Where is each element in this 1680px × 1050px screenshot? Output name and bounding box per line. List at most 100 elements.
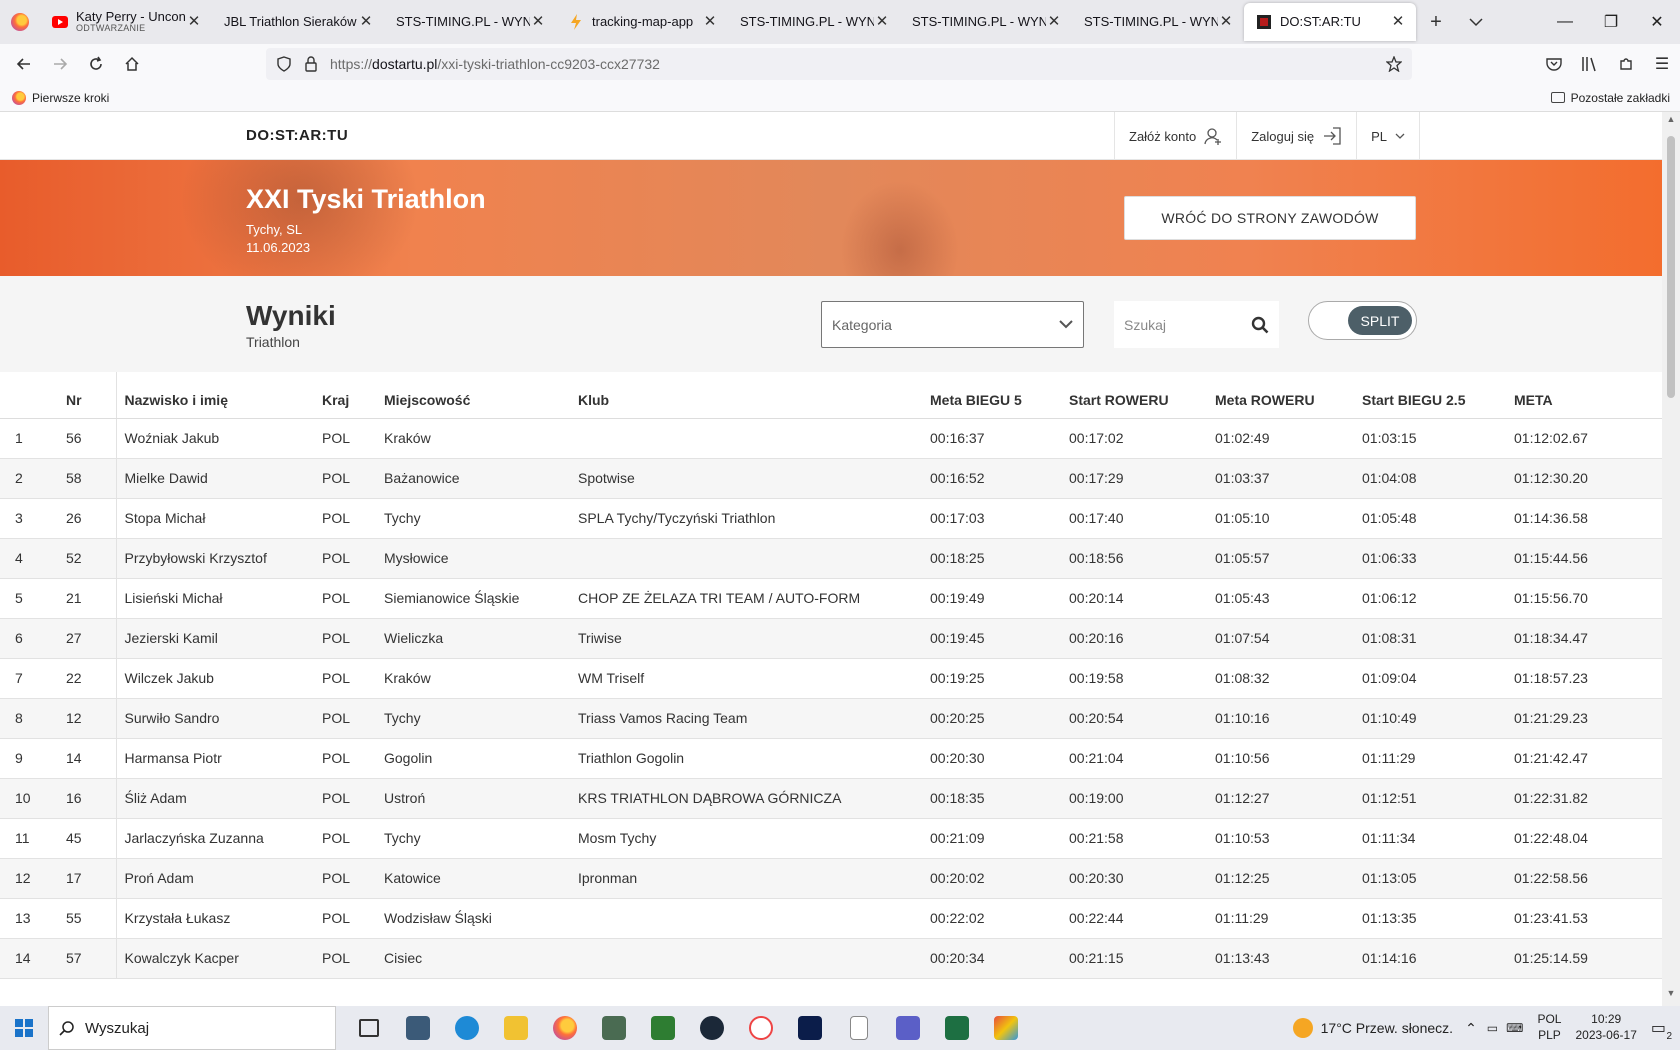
cell-athlete-name: Lisieński Michał — [116, 578, 322, 619]
cell-split-run-5-finish: 00:19:49 — [930, 578, 1069, 619]
new-tab-button[interactable]: + — [1416, 0, 1456, 44]
keyboard-icon[interactable]: ⌨ — [1506, 1021, 1523, 1035]
scrollbar-thumb[interactable] — [1667, 136, 1675, 398]
tab-title: JBL Triathlon Sieraków 2023 — [224, 15, 358, 29]
hamburger-menu-icon[interactable]: ☰ — [1644, 48, 1680, 80]
browser-tab[interactable]: STS-TIMING.PL - WYNIKI✕ — [728, 0, 900, 44]
extensions-icon[interactable] — [1608, 48, 1644, 80]
browser-tab[interactable]: DO:ST:AR:TU ✕ — [1244, 3, 1416, 41]
tab-title: STS-TIMING.PL - WYNIKI — [396, 15, 530, 29]
site-logo[interactable]: DO:ST:AR:TU — [246, 127, 348, 144]
input-language[interactable]: POL PLP — [1537, 1012, 1561, 1043]
notifications-button[interactable]: ▭ 2 — [1651, 1018, 1672, 1042]
table-row[interactable]: 14 57 Kowalczyk Kacper POL Cisiec 00:20:34 00:… — [0, 938, 1662, 979]
taskbar-app-3[interactable] — [736, 1006, 785, 1050]
reload-button[interactable] — [78, 48, 114, 80]
taskbar-paint[interactable] — [981, 1006, 1030, 1050]
bookmark-label: Pierwsze kroki — [32, 90, 110, 105]
other-bookmarks[interactable]: Pozostałe zakładki — [1550, 91, 1670, 105]
table-row[interactable]: 2 58 Mielke Dawid POL Bażanowice Spotwise 00:1… — [0, 458, 1662, 499]
category-select[interactable]: Kategoria — [821, 301, 1084, 348]
chevron-up-icon[interactable]: ⌃ — [1465, 1020, 1477, 1037]
page-scrollbar[interactable]: ▲ ▼ — [1662, 112, 1680, 1006]
taskbar-excel[interactable] — [932, 1006, 981, 1050]
register-link[interactable]: Załóż konto — [1114, 112, 1236, 160]
close-tab-icon[interactable]: ✕ — [874, 14, 890, 30]
back-to-event-button[interactable]: WRÓĆ DO STRONY ZAWODÓW — [1124, 196, 1416, 240]
star-icon[interactable] — [1386, 56, 1402, 72]
taskbar-notepad[interactable] — [834, 1006, 883, 1050]
table-row[interactable]: 1 56 Woźniak Jakub POL Kraków 00:16:37 00:17:0… — [0, 418, 1662, 459]
cell-finish-time: 01:22:48.04 — [1514, 818, 1662, 859]
table-row[interactable]: 5 21 Lisieński Michał POL Siemianowice Śląsk… — [0, 578, 1662, 619]
site-header: DO:ST:AR:TU Załóż konto Zaloguj się PL — [0, 112, 1662, 160]
clock[interactable]: 10:29 2023-06-17 — [1575, 1012, 1636, 1043]
network-icon[interactable]: ▭ — [1487, 1021, 1498, 1035]
browser-tab[interactable]: STS-TIMING.PL - WYNIKI✕ — [1072, 0, 1244, 44]
scroll-up-icon[interactable]: ▲ — [1662, 114, 1680, 130]
table-row[interactable]: 9 14 Harmansa Piotr POL Gogolin Triathlon Gog… — [0, 738, 1662, 779]
restore-button[interactable]: ❐ — [1588, 0, 1634, 44]
table-row[interactable]: 10 16 Śliż Adam POL Ustroń KRS TRIATHLON DĄBR… — [0, 778, 1662, 819]
close-tab-icon[interactable]: ✕ — [1046, 14, 1062, 30]
close-window-button[interactable]: ✕ — [1634, 0, 1680, 44]
close-tab-icon[interactable]: ✕ — [1218, 14, 1234, 30]
table-row[interactable]: 11 45 Jarlaczyńska Zuzanna POL Tychy Mosm Tyc… — [0, 818, 1662, 859]
close-tab-icon[interactable]: ✕ — [702, 14, 718, 30]
taskbar-disney[interactable] — [785, 1006, 834, 1050]
taskbar-firefox[interactable] — [540, 1006, 589, 1050]
taskbar-app-2[interactable] — [589, 1006, 638, 1050]
taskbar-minecraft[interactable] — [638, 1006, 687, 1050]
table-row[interactable]: 4 52 Przybyłowski Krzysztof POL Mysłowice 00:… — [0, 538, 1662, 579]
browser-tab[interactable]: tracking-map-app ✕ — [556, 0, 728, 44]
browser-tab[interactable]: STS-TIMING.PL - WYNIKI✕ — [384, 0, 556, 44]
tab-title-text: STS-TIMING.PL - WYNIKI — [740, 14, 874, 29]
table-row[interactable]: 6 27 Jezierski Kamil POL Wieliczka Triwise 00:… — [0, 618, 1662, 659]
start-button[interactable] — [0, 1006, 48, 1050]
cell-split-run-2-5-start: 01:13:05 — [1362, 858, 1514, 899]
browser-tab[interactable]: JBL Triathlon Sieraków 2023✕ — [212, 0, 384, 44]
search-icon[interactable] — [1251, 316, 1269, 334]
close-tab-icon[interactable]: ✕ — [186, 14, 202, 30]
login-link[interactable]: Zaloguj się — [1236, 112, 1356, 160]
close-tab-icon[interactable]: ✕ — [530, 14, 546, 30]
taskbar-search-input[interactable]: Wyszukaj — [48, 1006, 336, 1050]
pocket-icon[interactable] — [1536, 48, 1572, 80]
list-tabs-button[interactable] — [1456, 0, 1496, 44]
close-tab-icon[interactable]: ✕ — [358, 14, 374, 30]
taskbar-edge[interactable] — [442, 1006, 491, 1050]
cell-club: Triathlon Gogolin — [578, 738, 930, 779]
cell-country: POL — [322, 618, 384, 659]
browser-tab[interactable]: STS-TIMING.PL - WYNIKI✕ — [900, 0, 1072, 44]
results-table-container: Nr Nazwisko i imię Kraj Miejscowość Klub Meta… — [0, 372, 1662, 979]
close-tab-icon[interactable]: ✕ — [1390, 14, 1406, 30]
language-selector[interactable]: PL — [1356, 112, 1420, 160]
table-row[interactable]: 8 12 Surwiło Sandro POL Tychy Triass Vamos Ra… — [0, 698, 1662, 739]
table-row[interactable]: 7 22 Wilczek Jakub POL Kraków WM Triself 00:19… — [0, 658, 1662, 699]
taskbar-explorer[interactable] — [491, 1006, 540, 1050]
home-button[interactable] — [114, 48, 150, 80]
library-icon[interactable] — [1572, 48, 1608, 80]
split-toggle[interactable]: SPLIT — [1308, 301, 1417, 340]
table-row[interactable]: 13 55 Krzystała Łukasz POL Wodzisław Śląski 0… — [0, 898, 1662, 939]
taskbar-teams[interactable] — [883, 1006, 932, 1050]
bookmark-pierwsze-kroki[interactable]: Pierwsze kroki — [0, 90, 110, 105]
weather-widget[interactable]: 17°C Przew. słonecz. — [1292, 1018, 1453, 1038]
minimize-button[interactable]: — — [1542, 0, 1588, 44]
firefox-menu-button[interactable] — [0, 0, 40, 44]
page-viewport: DO:ST:AR:TU Załóż konto Zaloguj się PL X… — [0, 112, 1662, 1006]
taskbar-app-1[interactable] — [393, 1006, 442, 1050]
search-input[interactable]: Szukaj — [1114, 301, 1279, 348]
address-bar[interactable]: https://dostartu.pl/xxi-tyski-triathlon-… — [266, 48, 1412, 80]
browser-tab[interactable]: Katy Perry - UnconditionallyODTWARZANIE✕ — [40, 0, 212, 44]
cell-finish-time: 01:21:42.47 — [1514, 738, 1662, 779]
scroll-down-icon[interactable]: ▼ — [1662, 988, 1680, 1004]
cell-city: Kraków — [384, 658, 578, 699]
back-button[interactable] — [6, 48, 42, 80]
forward-button[interactable] — [42, 48, 78, 80]
table-row[interactable]: 12 17 Proń Adam POL Katowice Ipronman 00:20:02… — [0, 858, 1662, 899]
task-view-button[interactable] — [344, 1006, 393, 1050]
table-row[interactable]: 3 26 Stopa Michał POL Tychy SPLA Tychy/Tyczyń… — [0, 498, 1662, 539]
taskbar-steam[interactable] — [687, 1006, 736, 1050]
url-host: dostartu.pl — [372, 56, 438, 72]
